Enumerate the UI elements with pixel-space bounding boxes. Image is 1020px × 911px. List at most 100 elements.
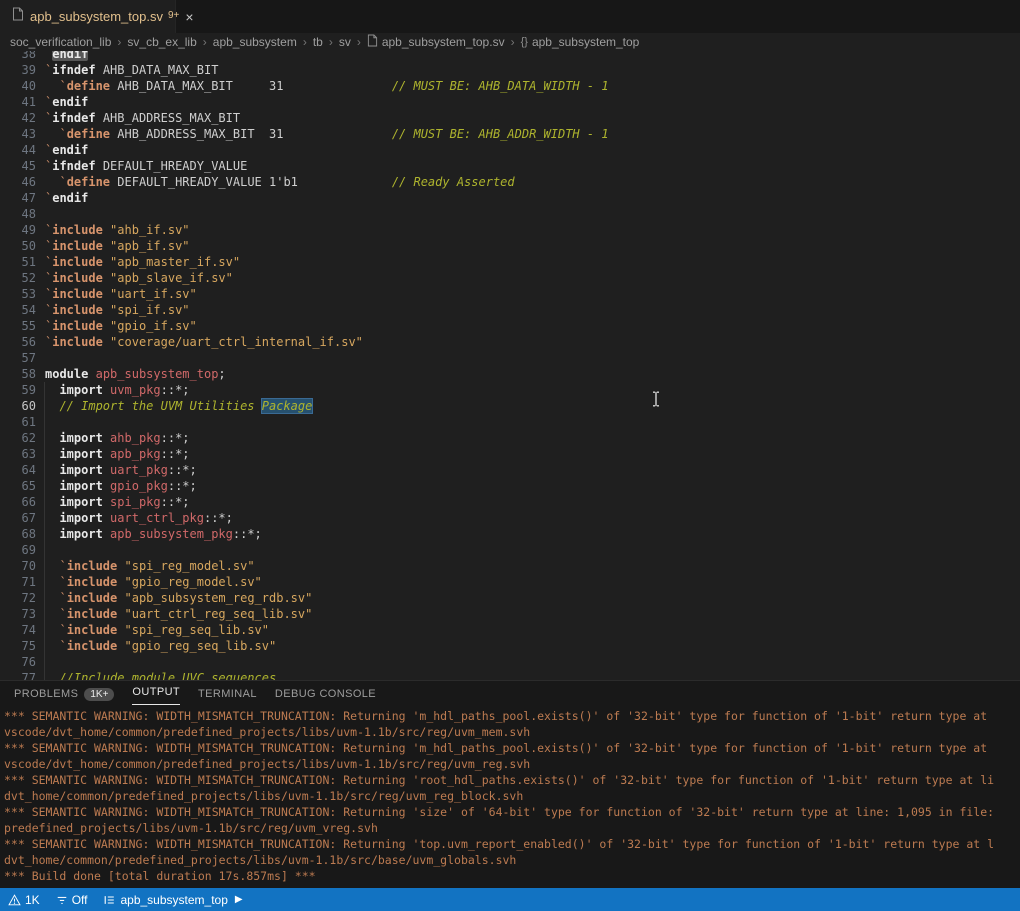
code-line-48[interactable]: 48 [0,206,1020,222]
filter-funnel-icon [56,894,68,906]
code-line-51[interactable]: 51`include "apb_master_if.sv" [0,254,1020,270]
output-line: vscode/dvt_home/common/predefined_projec… [4,756,1020,772]
code-line-44[interactable]: 44`endif [0,142,1020,158]
vscode-window: apb_subsystem_top.sv 9+ × soc_verificati… [0,0,1020,911]
code-text: import apb_pkg::*; [45,446,190,462]
line-number: 64 [0,462,36,478]
breadcrumb-item-sv-cb-ex-lib[interactable]: sv_cb_ex_lib [127,35,196,49]
line-number: 48 [0,206,36,222]
code-line-75[interactable]: 75 `include "gpio_reg_seq_lib.sv" [0,638,1020,654]
output-line: *** SEMANTIC WARNING: WIDTH_MISMATCH_TRU… [4,804,1020,820]
filter-status-item[interactable]: Off [48,888,96,911]
output-line: *** SEMANTIC WARNING: WIDTH_MISMATCH_TRU… [4,708,1020,724]
code-text: module apb_subsystem_top; [45,366,226,382]
breadcrumb-item-tb[interactable]: tb [313,35,323,49]
code-text: `endif [45,51,88,62]
code-line-52[interactable]: 52`include "apb_slave_if.sv" [0,270,1020,286]
line-number: 57 [0,350,36,366]
breadcrumb-item-sv[interactable]: sv [339,35,351,49]
code-text: `ifndef AHB_DATA_MAX_BIT [45,62,218,78]
file-icon [12,7,24,26]
code-line-56[interactable]: 56`include "coverage/uart_ctrl_internal_… [0,334,1020,350]
code-line-57[interactable]: 57 [0,350,1020,366]
code-line-69[interactable]: 69 [0,542,1020,558]
breadcrumb-item-apb-subsystem-top[interactable]: {} apb_subsystem_top [521,35,640,49]
line-number: 66 [0,494,36,510]
code-line-76[interactable]: 76 [0,654,1020,670]
code-text: `include "gpio_reg_seq_lib.sv" [45,638,276,654]
line-number: 67 [0,510,36,526]
run-config-status-item[interactable]: apb_subsystem_top ▶ [95,888,250,911]
code-line-55[interactable]: 55`include "gpio_if.sv" [0,318,1020,334]
code-line-61[interactable]: 61 [0,414,1020,430]
code-line-53[interactable]: 53`include "uart_if.sv" [0,286,1020,302]
code-line-59[interactable]: 59 import uvm_pkg::*; [0,382,1020,398]
code-line-70[interactable]: 70 `include "spi_reg_model.sv" [0,558,1020,574]
code-line-39[interactable]: 39`ifndef AHB_DATA_MAX_BIT [0,62,1020,78]
code-line-71[interactable]: 71 `include "gpio_reg_model.sv" [0,574,1020,590]
code-text: `include "uart_ctrl_reg_seq_lib.sv" [45,606,312,622]
code-line-45[interactable]: 45`ifndef DEFAULT_HREADY_VALUE [0,158,1020,174]
breadcrumb-item-apb-subsystem-top-sv[interactable]: apb_subsystem_top.sv [367,34,505,50]
code-line-64[interactable]: 64 import uart_pkg::*; [0,462,1020,478]
code-line-73[interactable]: 73 `include "uart_ctrl_reg_seq_lib.sv" [0,606,1020,622]
code-line-62[interactable]: 62 import ahb_pkg::*; [0,430,1020,446]
line-number: 76 [0,654,36,670]
breadcrumb-separator: › [303,35,307,49]
close-icon[interactable]: × [185,10,193,24]
code-text: //Include module UVC sequences [45,670,276,680]
bottom-panel: PROBLEMS1K+ OUTPUT TERMINAL DEBUG CONSOLE *… [0,680,1020,888]
code-area: 38`endif39`ifndef AHB_DATA_MAX_BIT40 `de… [0,51,1020,680]
code-text: `include "apb_master_if.sv" [45,254,240,270]
panel-tab-debug-console[interactable]: DEBUG CONSOLE [275,681,376,705]
code-text: `ifndef AHB_ADDRESS_MAX_BIT [45,110,240,126]
breadcrumb-label: tb [313,35,323,49]
symbol-braces-icon: {} [521,36,528,48]
code-line-49[interactable]: 49`include "ahb_if.sv" [0,222,1020,238]
output-line: *** SEMANTIC WARNING: WIDTH_MISMATCH_TRU… [4,772,1020,788]
line-number: 63 [0,446,36,462]
problems-count-badge: 1K+ [84,688,114,701]
code-line-60[interactable]: 60 // Import the UVM Utilities Package [0,398,1020,414]
code-line-42[interactable]: 42`ifndef AHB_ADDRESS_MAX_BIT [0,110,1020,126]
code-line-54[interactable]: 54`include "spi_if.sv" [0,302,1020,318]
code-text: `define AHB_DATA_MAX_BIT 31 // MUST BE: … [45,78,609,94]
problems-status-item[interactable]: 1K [0,888,48,911]
code-line-47[interactable]: 47`endif [0,190,1020,206]
output-line: vscode/dvt_home/common/predefined_projec… [4,724,1020,740]
code-line-43[interactable]: 43 `define AHB_ADDRESS_MAX_BIT 31 // MUS… [0,126,1020,142]
breadcrumb-item-soc-verification-lib[interactable]: soc_verification_lib [10,35,111,49]
code-line-40[interactable]: 40 `define AHB_DATA_MAX_BIT 31 // MUST B… [0,78,1020,94]
code-line-41[interactable]: 41`endif [0,94,1020,110]
code-line-50[interactable]: 50`include "apb_if.sv" [0,238,1020,254]
code-line-74[interactable]: 74 `include "spi_reg_seq_lib.sv" [0,622,1020,638]
code-line-46[interactable]: 46 `define DEFAULT_HREADY_VALUE 1'b1 // … [0,174,1020,190]
code-line-58[interactable]: 58module apb_subsystem_top; [0,366,1020,382]
code-line-72[interactable]: 72 `include "apb_subsystem_reg_rdb.sv" [0,590,1020,606]
line-number: 41 [0,94,36,110]
tab-apb-subsystem-top[interactable]: apb_subsystem_top.sv 9+ × [0,0,176,33]
panel-tab-terminal[interactable]: TERMINAL [198,681,257,705]
code-text: `include "spi_if.sv" [45,302,190,318]
code-line-67[interactable]: 67 import uart_ctrl_pkg::*; [0,510,1020,526]
output-console[interactable]: *** SEMANTIC WARNING: WIDTH_MISMATCH_TRU… [0,705,1020,888]
breadcrumb-item-apb-subsystem[interactable]: apb_subsystem [213,35,297,49]
code-editor[interactable]: 38`endif39`ifndef AHB_DATA_MAX_BIT40 `de… [0,51,1020,680]
run-play-icon[interactable]: ▶ [235,894,243,905]
code-line-65[interactable]: 65 import gpio_pkg::*; [0,478,1020,494]
breadcrumb-label: apb_subsystem_top [532,35,639,49]
output-line: dvt_home/common/predefined_projects/libs… [4,788,1020,804]
code-line-66[interactable]: 66 import spi_pkg::*; [0,494,1020,510]
panel-tab-problems[interactable]: PROBLEMS1K+ [14,681,114,705]
panel-tab-output[interactable]: OUTPUT [132,681,180,705]
code-line-68[interactable]: 68 import apb_subsystem_pkg::*; [0,526,1020,542]
code-text: import uart_pkg::*; [45,462,197,478]
breadcrumb-label: apb_subsystem_top.sv [382,35,505,49]
code-text: import spi_pkg::*; [45,494,190,510]
code-line-38[interactable]: 38`endif [0,51,1020,62]
code-line-77[interactable]: 77 //Include module UVC sequences [0,670,1020,680]
code-text: import uvm_pkg::*; [45,382,190,398]
code-line-63[interactable]: 63 import apb_pkg::*; [0,446,1020,462]
line-number: 44 [0,142,36,158]
line-number: 56 [0,334,36,350]
